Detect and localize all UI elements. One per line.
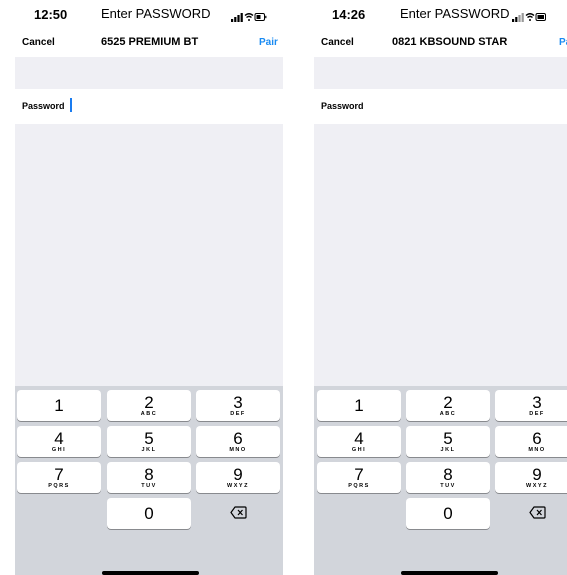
key-number: 1 bbox=[354, 396, 364, 415]
key-number: 2 bbox=[144, 393, 154, 412]
key-6[interactable]: 6 MNO bbox=[196, 426, 280, 457]
delete-key[interactable] bbox=[196, 498, 280, 529]
key-4[interactable]: 4 GHI bbox=[17, 426, 101, 457]
password-field[interactable]: Password bbox=[314, 89, 567, 124]
numeric-keypad: 1 2 ABC 3 DEF 4 GHI 5 JKL 6 MNO 7 PQRS 8… bbox=[314, 386, 567, 575]
key-6[interactable]: 6 MNO bbox=[495, 426, 567, 457]
key-1[interactable]: 1 bbox=[317, 390, 401, 421]
home-indicator bbox=[401, 571, 498, 575]
backspace-icon bbox=[528, 506, 546, 519]
numeric-keypad: 1 2 ABC 3 DEF 4 GHI 5 JKL 6 MNO 7 PQRS 8… bbox=[15, 386, 283, 575]
key-number: 0 bbox=[144, 504, 154, 523]
content-area bbox=[314, 124, 567, 386]
key-1[interactable]: 1 bbox=[17, 390, 101, 421]
key-8[interactable]: 8 TUV bbox=[406, 462, 490, 493]
key-8[interactable]: 8 TUV bbox=[107, 462, 191, 493]
key-number: 7 bbox=[354, 465, 364, 484]
key-number: 5 bbox=[443, 429, 453, 448]
backspace-icon bbox=[229, 506, 247, 519]
key-number: 6 bbox=[233, 429, 243, 448]
key-3[interactable]: 3 DEF bbox=[495, 390, 567, 421]
status-title: Enter PASSWORD bbox=[101, 6, 211, 21]
key-number: 2 bbox=[443, 393, 453, 412]
key-number: 9 bbox=[233, 465, 243, 484]
content-area bbox=[15, 124, 283, 386]
battery-icon bbox=[254, 13, 267, 21]
key-number: 7 bbox=[54, 465, 64, 484]
key-letters: PQRS bbox=[348, 483, 370, 489]
password-field[interactable]: Password bbox=[15, 89, 283, 124]
key-letters: TUV bbox=[440, 483, 456, 489]
battery-icon bbox=[535, 13, 546, 21]
key-number: 3 bbox=[233, 393, 243, 412]
pair-button[interactable]: Pa bbox=[559, 37, 567, 48]
key-number: 4 bbox=[54, 429, 64, 448]
status-icons bbox=[231, 9, 267, 27]
key-number: 3 bbox=[532, 393, 542, 412]
key-3[interactable]: 3 DEF bbox=[196, 390, 280, 421]
key-letters: WXYZ bbox=[227, 483, 249, 489]
nav-bar: Cancel 6525 PREMIUM BT Pair bbox=[15, 30, 283, 55]
nav-bar: Cancel 0821 KBSOUND STAR Pa bbox=[314, 30, 567, 55]
key-9[interactable]: 9 WXYZ bbox=[495, 462, 567, 493]
key-number: 8 bbox=[443, 465, 453, 484]
key-number: 1 bbox=[54, 396, 64, 415]
key-number: 5 bbox=[144, 429, 154, 448]
phone-screen-right: 14:26 Enter PASSWORD Cancel 0821 KBSOUND… bbox=[314, 0, 567, 575]
password-label: Password bbox=[22, 101, 65, 111]
phone-screen-left: 12:50 Enter PASSWORD Cancel 6525 PREMIUM… bbox=[15, 0, 283, 575]
key-letters: JKL bbox=[141, 447, 157, 453]
header-spacer bbox=[314, 57, 567, 89]
wifi-icon bbox=[244, 13, 254, 21]
key-2[interactable]: 2 ABC bbox=[107, 390, 191, 421]
status-time: 14:26 bbox=[332, 7, 366, 22]
status-bar: 12:50 Enter PASSWORD bbox=[15, 0, 283, 30]
key-number: 4 bbox=[354, 429, 364, 448]
key-9[interactable]: 9 WXYZ bbox=[196, 462, 280, 493]
key-letters: ABC bbox=[140, 411, 158, 417]
key-2[interactable]: 2 ABC bbox=[406, 390, 490, 421]
key-7[interactable]: 7 PQRS bbox=[317, 462, 401, 493]
pair-button[interactable]: Pair bbox=[259, 37, 278, 48]
cancel-button[interactable]: Cancel bbox=[22, 37, 55, 48]
key-number: 6 bbox=[532, 429, 542, 448]
key-letters: DEF bbox=[529, 411, 545, 417]
delete-key[interactable] bbox=[495, 498, 567, 529]
header-spacer bbox=[15, 57, 283, 89]
status-time: 12:50 bbox=[34, 7, 68, 22]
key-number: 8 bbox=[144, 465, 154, 484]
key-letters: GHI bbox=[351, 447, 367, 453]
device-name-title: 0821 KBSOUND STAR bbox=[392, 36, 508, 48]
wifi-icon bbox=[525, 13, 535, 21]
password-label: Password bbox=[321, 101, 364, 111]
cellular-signal-icon bbox=[512, 13, 524, 22]
status-icons bbox=[512, 9, 567, 27]
key-4[interactable]: 4 GHI bbox=[317, 426, 401, 457]
key-letters: TUV bbox=[141, 483, 157, 489]
key-letters: GHI bbox=[51, 447, 67, 453]
key-letters: JKL bbox=[440, 447, 456, 453]
status-bar: 14:26 Enter PASSWORD bbox=[314, 0, 567, 30]
key-5[interactable]: 5 JKL bbox=[107, 426, 191, 457]
key-0[interactable]: 0 bbox=[107, 498, 191, 529]
key-7[interactable]: 7 PQRS bbox=[17, 462, 101, 493]
status-title: Enter PASSWORD bbox=[400, 6, 510, 21]
key-5[interactable]: 5 JKL bbox=[406, 426, 490, 457]
key-letters: PQRS bbox=[48, 483, 70, 489]
key-letters: ABC bbox=[439, 411, 457, 417]
key-number: 0 bbox=[443, 504, 453, 523]
key-0[interactable]: 0 bbox=[406, 498, 490, 529]
cellular-signal-icon bbox=[231, 13, 243, 22]
key-letters: MNO bbox=[528, 447, 546, 453]
key-letters: WXYZ bbox=[526, 483, 548, 489]
key-letters: DEF bbox=[230, 411, 246, 417]
home-indicator bbox=[102, 571, 199, 575]
text-cursor bbox=[70, 98, 72, 112]
cancel-button[interactable]: Cancel bbox=[321, 37, 354, 48]
key-letters: MNO bbox=[229, 447, 247, 453]
device-name-title: 6525 PREMIUM BT bbox=[101, 36, 199, 48]
key-number: 9 bbox=[532, 465, 542, 484]
